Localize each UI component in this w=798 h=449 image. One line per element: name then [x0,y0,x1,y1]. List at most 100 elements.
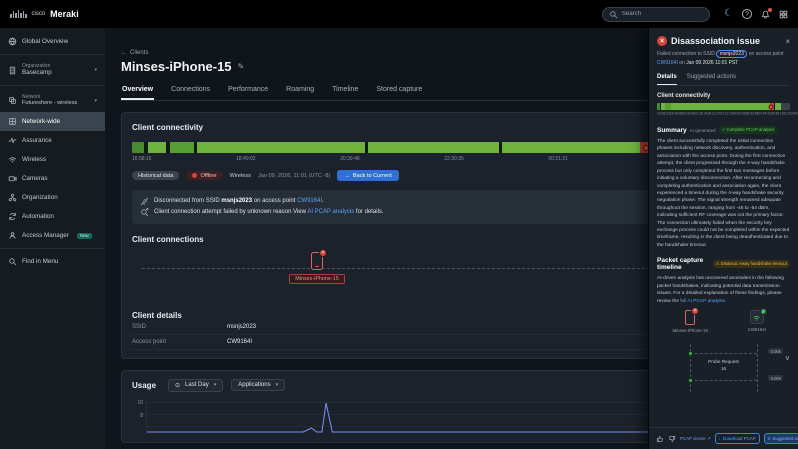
usage-chart: 10 8 [132,400,730,434]
access-point-value: CW9164I [227,339,252,345]
client-details-title: Client details [132,311,730,320]
topbar: cisco Meraki ☾ ? [0,0,798,28]
network-switcher[interactable]: Network Futureshere - wireless ▾ [0,89,105,112]
card-title: Client connectivity [132,123,203,132]
sidebar-item-label: Cameras [22,175,48,182]
download-pcap-button[interactable]: ↓ Download PCAP [715,433,760,444]
suggested-actions-button[interactable]: ≡ Suggested actions [764,433,798,444]
ssid-label: SSID [132,324,227,330]
packet-arrow [690,380,757,381]
pulse-icon [8,136,17,145]
arrow-right-icon: → [344,173,350,179]
back-label: Clients [130,50,148,56]
panel-timeline-tick-labels: 16:58:2218:49:0820:39:5422:30:4100:21:27… [657,112,791,116]
expand-chevron-icon[interactable]: ∨ [785,354,790,362]
back-to-current-button[interactable]: → Back to Current [337,170,398,181]
tick-label: 05:53:45 [746,112,759,116]
topbar-icons: ☾ ? [724,9,788,19]
sidebar-item-find-in-menu[interactable]: Find in Menu [0,252,105,271]
offline-status-badge: Offline [186,171,222,180]
tab-performance[interactable]: Performance [227,83,269,100]
tab-suggested-actions[interactable]: Suggested actions [687,72,736,85]
check-icon: ✓ [722,127,726,132]
sidebar-item-label: Access Manager [22,232,69,239]
ai-pcap-analysis-link[interactable]: AI PCAP analysis [307,209,354,215]
time-delta-badge: 0.00s [768,375,783,381]
help-icon[interactable]: ? [742,9,752,19]
ssid-value: msnjs2023 [227,324,256,330]
handshake-timeout-badge: ⚠ Disassoc Away handshake timeout [713,260,790,268]
error-x-badge: × [691,307,699,315]
ai-generated-label: AI-generated [690,128,716,133]
sidebar-item-global-overview[interactable]: Global Overview [0,32,105,51]
tick-label: 02:12:13 [720,112,733,116]
tick-label: 22:30:35 [444,156,463,162]
wifi-icon [8,155,17,164]
client-device-label: Minses-iPhone-15 [289,274,344,284]
search-input[interactable] [622,11,703,17]
sidebar-item-organization[interactable]: Organization [0,188,105,207]
error-circle-icon: × [657,36,667,46]
access-point-link[interactable]: CW9164I [297,198,322,204]
tab-overview[interactable]: Overview [121,83,154,100]
sidebar-item-label: Wireless [22,156,46,163]
full-ai-pcap-analysis-link[interactable]: full AI PCAP analysis. [680,299,726,304]
connectivity-timeline-bar[interactable] [132,142,730,153]
usage-range-select[interactable]: ⊙ Last Day ▾ [168,379,223,392]
pcap-viewer-link[interactable]: PCAP viewer ↗ [680,436,711,442]
sidebar-item-cameras[interactable]: Cameras [0,169,105,188]
connection-dashed-line [142,268,730,269]
layers-icon [8,96,17,105]
connection-type-label: Wireless [230,173,251,179]
time-delta-badge: 0.00s [768,348,783,354]
tab-timeline[interactable]: Timeline [331,83,359,100]
close-icon[interactable]: × [785,37,790,46]
sidebar-item-network-wide[interactable]: Network-wide [0,112,105,131]
tab-stored-capture[interactable]: Stored capture [375,83,423,100]
chevron-down-icon: ▾ [94,67,97,73]
phone-device-icon: × [311,252,323,270]
radio-icon: ⊙ [175,382,180,389]
search-sparkle-icon [140,208,149,217]
packet-arrow [690,353,757,354]
access-point-link[interactable]: CW9164I [657,60,678,66]
client-device-node[interactable]: × Minses-iPhone-15 [282,252,352,284]
tab-details[interactable]: Details [657,72,677,85]
detail-row-ssid: SSID msnjs2023 [132,320,730,335]
tab-roaming[interactable]: Roaming [285,83,315,100]
packet-event-dot[interactable] [688,351,693,356]
sidebar-item-access-manager[interactable]: Access Manager New [0,226,105,245]
usage-filter-select[interactable]: Applications ▾ [231,379,285,391]
y-tick: 10 [132,400,143,406]
edit-pencil-icon[interactable]: ✎ [238,62,245,71]
failure-marker[interactable] [769,104,774,109]
dark-mode-icon[interactable]: ☾ [724,9,733,19]
sidebar-item-automation[interactable]: Automation [0,207,105,226]
offline-dot-icon [192,173,197,178]
global-search[interactable] [602,7,710,22]
sidebar-item-label: Automation [22,213,54,220]
access-point-icon: ✓ [750,310,764,324]
panel-footer: PCAP viewer ↗ ↓ Download PCAP ≡ Suggeste… [649,427,798,449]
organization-switcher[interactable]: Organization Basecamp ▾ [0,58,105,82]
thumbs-up-icon[interactable] [656,435,664,443]
panel-connectivity-title: Client connectivity [657,93,790,99]
ssid-annotation: msnjs2023 [716,50,747,58]
packet-timeline-diagram: × Minses-iPhone-15 ✓ CW9164I 0.00s Probe… [657,310,790,396]
access-point-label: Access point [132,339,227,345]
sidebar-item-assurance[interactable]: Assurance [0,131,105,150]
sidebar-item-wireless[interactable]: Wireless [0,150,105,169]
check-badge: ✓ [760,308,767,315]
panel-subtitle: Failed connection to SSID msnjs2023 on a… [657,50,790,67]
timeline-tick-labels: 16:58:1618:49:0220:39:4822:30:3500:21:21… [132,156,672,162]
tick-label: 00:21:21 [548,156,567,162]
thumbs-down-icon[interactable] [668,435,676,443]
tab-connections[interactable]: Connections [170,83,211,100]
sliders-icon: ≡ [768,436,771,441]
apps-grid-icon[interactable] [779,10,788,19]
notification-bell-icon[interactable] [761,10,770,19]
tick-label: 16:58:22 [657,112,670,116]
analysis-text: AI-driven analysis has uncovered anomali… [657,275,790,305]
packet-event-dot[interactable] [688,378,693,383]
historical-data-badge: Historical data [132,171,179,180]
